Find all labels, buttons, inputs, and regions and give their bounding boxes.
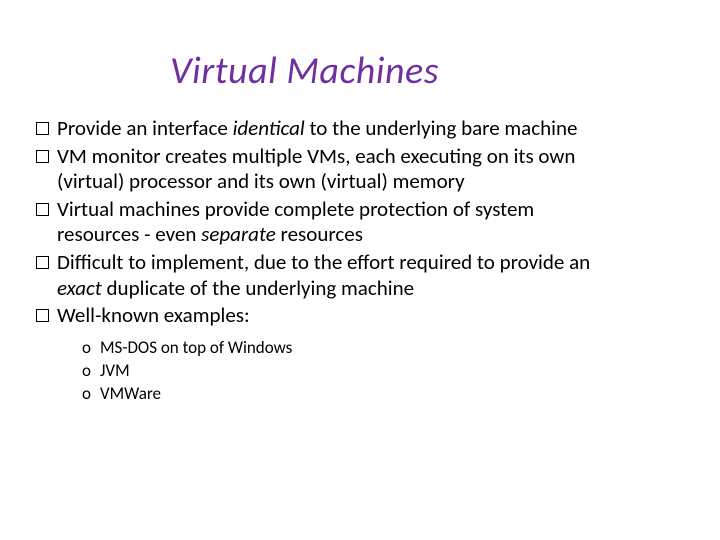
bullet-item: Virtual machines provide complete protec… <box>36 197 684 223</box>
bullet-item: Difficult to implement, due to the effor… <box>36 250 684 276</box>
text-italic: separate <box>201 221 276 247</box>
square-bullet-icon <box>36 150 49 163</box>
slide-title: Virtual Machines <box>170 48 720 94</box>
circle-bullet-icon: o <box>82 383 100 406</box>
text-fragment: resources <box>276 221 363 247</box>
bullet-continuation: resources - even separate resources <box>36 222 684 248</box>
bullet-text: Difficult to implement, due to the effor… <box>57 250 684 276</box>
sub-bullet-text: VMWare <box>100 383 161 406</box>
sub-bullet-text: JVM <box>100 360 130 383</box>
bullet-text: Virtual machines provide complete protec… <box>57 197 684 223</box>
bullet-text: Well-known examples: <box>57 303 684 329</box>
square-bullet-icon <box>36 309 49 322</box>
bullet-item: Provide an interface identical to the un… <box>36 116 684 142</box>
text-italic: exact <box>57 275 102 301</box>
circle-bullet-icon: o <box>82 360 100 383</box>
circle-bullet-icon: o <box>82 337 100 360</box>
bullet-item: VM monitor creates multiple VMs, each ex… <box>36 144 684 170</box>
slide: Virtual Machines Provide an interface id… <box>0 48 720 540</box>
square-bullet-icon <box>36 122 49 135</box>
sub-bullet-list: o MS-DOS on top of Windows o JVM o VMWar… <box>82 337 684 406</box>
text-fragment: to the underlying bare machine <box>305 115 578 141</box>
bullet-text: Provide an interface identical to the un… <box>57 116 684 142</box>
bullet-item: Well-known examples: <box>36 303 684 329</box>
sub-bullet-item: o JVM <box>82 360 684 383</box>
sub-bullet-item: o MS-DOS on top of Windows <box>82 337 684 360</box>
bullet-continuation: exact duplicate of the underlying machin… <box>36 276 684 302</box>
sub-bullet-item: o VMWare <box>82 383 684 406</box>
text-fragment: duplicate of the underlying machine <box>102 275 414 301</box>
text-italic: identical <box>233 115 305 141</box>
square-bullet-icon <box>36 256 49 269</box>
square-bullet-icon <box>36 203 49 216</box>
slide-body: Provide an interface identical to the un… <box>36 116 684 406</box>
bullet-text: VM monitor creates multiple VMs, each ex… <box>57 144 684 170</box>
sub-bullet-text: MS-DOS on top of Windows <box>100 337 292 360</box>
bullet-continuation: (virtual) processor and its own (virtual… <box>36 169 684 195</box>
text-fragment: Provide an interface <box>57 115 233 141</box>
text-fragment: resources - even <box>57 221 201 247</box>
